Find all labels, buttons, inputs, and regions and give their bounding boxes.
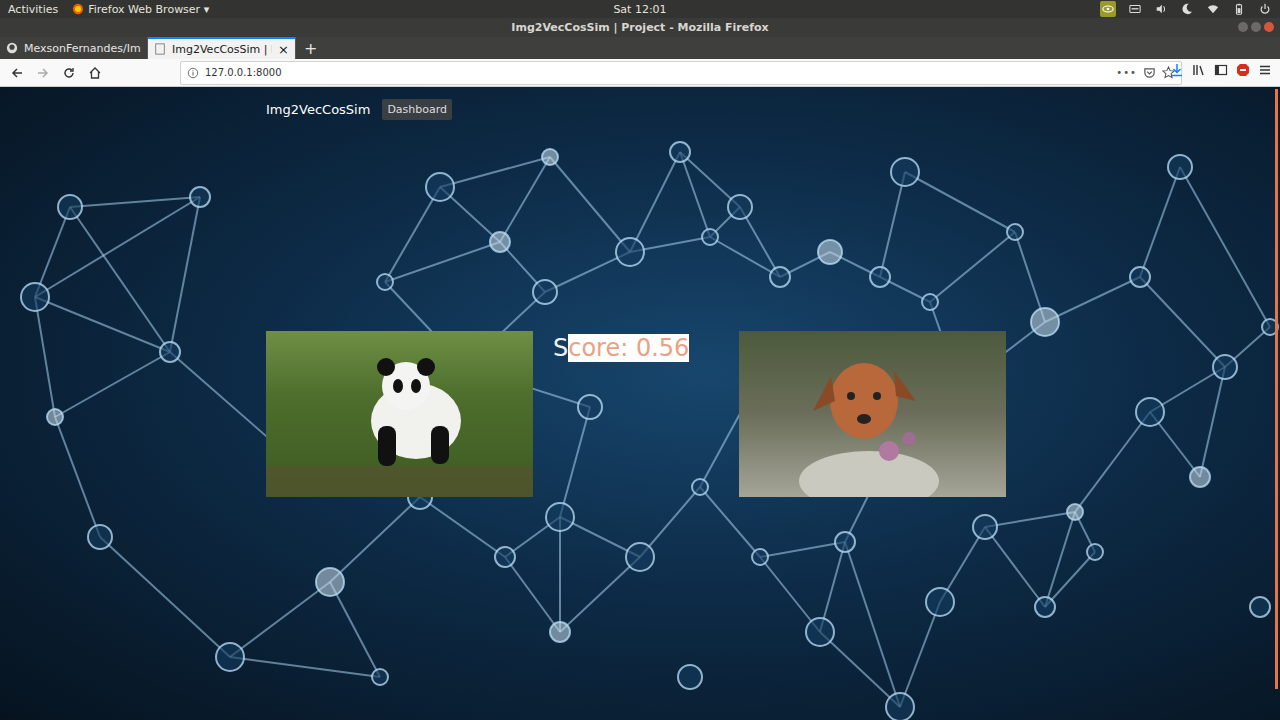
maximize-button[interactable] — [1251, 22, 1261, 32]
system-bar-center: Sat 12:01 — [429, 3, 850, 16]
sidebar-icon[interactable] — [1214, 63, 1228, 77]
keyboard-icon — [1129, 3, 1141, 15]
system-bar-right — [851, 1, 1272, 17]
back-button[interactable] — [6, 62, 28, 84]
system-bar: Activities Firefox Web Browser ▾ Sat 12:01 — [0, 0, 1280, 18]
adblock-icon[interactable] — [1236, 63, 1250, 77]
score-text: S — [553, 334, 568, 362]
moon-icon — [1181, 3, 1193, 15]
library-icon[interactable] — [1192, 63, 1206, 77]
page-body: Img2VecCosSim Dashboard Score: 0.56 — [0, 87, 1280, 497]
back-arrow-icon — [10, 66, 24, 80]
address-text[interactable]: 127.0.0.1:8000 — [205, 67, 1110, 78]
bookmark-star-icon[interactable] — [1162, 66, 1175, 79]
tray-night[interactable] — [1180, 2, 1194, 16]
tray-language[interactable] — [1128, 2, 1142, 16]
volume-icon — [1155, 3, 1167, 15]
activities-button[interactable]: Activities — [8, 3, 58, 16]
window-buttons — [1238, 22, 1274, 32]
comparison-row: Score: 0.56 — [266, 331, 1280, 497]
page-actions-button[interactable]: ••• — [1116, 67, 1137, 78]
navigation-toolbar: 127.0.0.1:8000 ••• — [0, 59, 1280, 87]
info-icon — [187, 67, 199, 79]
home-icon — [88, 66, 102, 80]
second-image — [739, 331, 1006, 497]
clock[interactable]: Sat 12:01 — [613, 3, 666, 16]
tray-eye[interactable] — [1100, 1, 1116, 17]
new-tab-button[interactable]: + — [296, 37, 325, 59]
browser-tab[interactable]: Img2VecCosSim | Project × — [148, 37, 296, 59]
forward-arrow-icon — [36, 66, 50, 80]
address-bar[interactable]: 127.0.0.1:8000 ••• — [180, 61, 1182, 85]
score-text: core: 0.56 — [568, 334, 689, 362]
eye-icon — [1102, 3, 1114, 15]
tab-close-button[interactable]: × — [278, 43, 289, 56]
site-navbar: Img2VecCosSim Dashboard — [266, 97, 1280, 121]
tab-strip: MexsonFernandes/Img2 Img2VecCosSim | Proj… — [0, 37, 1280, 59]
home-button[interactable] — [84, 62, 106, 84]
close-button[interactable] — [1264, 22, 1274, 32]
wifi-icon — [1207, 3, 1219, 15]
tray-volume[interactable] — [1154, 2, 1168, 16]
firefox-icon — [72, 3, 84, 15]
hamburger-menu-icon[interactable] — [1258, 63, 1272, 77]
toolbar-buttons — [1170, 63, 1272, 77]
page-icon — [154, 43, 166, 55]
tray-battery[interactable] — [1232, 2, 1246, 16]
tray-wifi[interactable] — [1206, 2, 1220, 16]
reload-icon — [62, 66, 76, 80]
window-title: Img2VecCosSim | Project - Mozilla Firefo… — [511, 21, 768, 34]
download-icon[interactable] — [1170, 63, 1184, 77]
browser-tab[interactable]: MexsonFernandes/Img2 — [0, 37, 148, 59]
window-title-bar: Img2VecCosSim | Project - Mozilla Firefo… — [0, 18, 1280, 37]
nav-link[interactable]: Dashboard — [382, 99, 452, 120]
score-area: Score: 0.56 — [533, 331, 739, 363]
reload-button[interactable] — [58, 62, 80, 84]
minimize-button[interactable] — [1238, 22, 1248, 32]
similarity-score: Score: 0.56 — [553, 333, 739, 363]
first-image — [266, 331, 533, 497]
forward-button[interactable] — [32, 62, 54, 84]
tab-label[interactable]: MexsonFernandes/Img2 — [24, 42, 141, 55]
network-background — [0, 87, 1280, 720]
site-brand[interactable]: Img2VecCosSim — [266, 102, 370, 117]
pocket-icon[interactable] — [1143, 66, 1156, 79]
scrollbar[interactable] — [1275, 89, 1278, 689]
system-bar-left: Activities Firefox Web Browser ▾ — [8, 3, 429, 16]
power-icon — [1259, 3, 1271, 15]
github-icon — [6, 42, 18, 54]
app-menu[interactable]: Firefox Web Browser ▾ — [72, 3, 209, 16]
app-menu-label[interactable]: Firefox Web Browser ▾ — [88, 3, 209, 16]
tab-label[interactable]: Img2VecCosSim | Project — [172, 43, 272, 56]
battery-icon — [1233, 3, 1245, 15]
tray-power[interactable] — [1258, 2, 1272, 16]
web-page: Img2VecCosSim Dashboard Score: 0.56 — [0, 87, 1280, 720]
